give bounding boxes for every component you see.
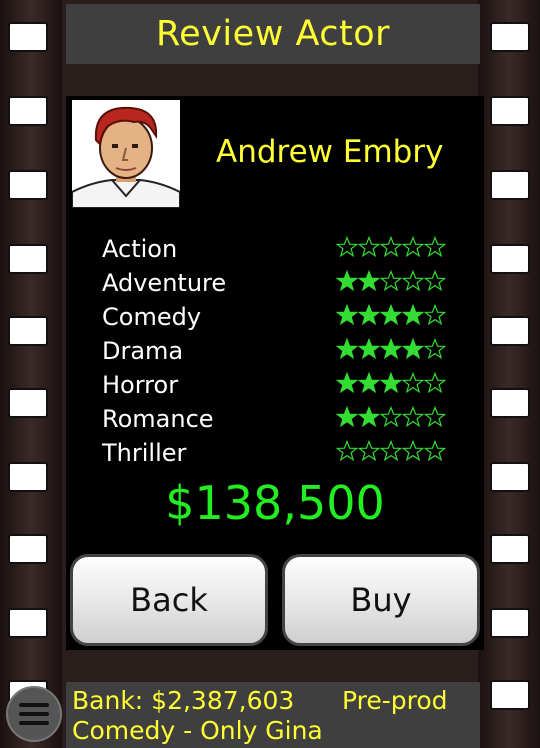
menu-icon-line xyxy=(19,721,49,725)
star-rating xyxy=(336,332,446,366)
production-phase: Pre-prod xyxy=(342,686,448,715)
star-filled-icon xyxy=(336,338,358,360)
star-empty-icon xyxy=(402,236,424,258)
sprocket-hole xyxy=(490,170,530,200)
genre-label: Romance xyxy=(102,405,214,433)
star-empty-icon xyxy=(402,372,424,394)
star-filled-icon xyxy=(336,304,358,326)
sprocket-hole xyxy=(8,96,48,126)
star-rating xyxy=(336,366,446,400)
sprocket-hole xyxy=(490,22,530,52)
sprocket-hole xyxy=(8,170,48,200)
star-empty-icon xyxy=(358,440,380,462)
star-filled-icon xyxy=(358,406,380,428)
star-filled-icon xyxy=(336,372,358,394)
star-empty-icon xyxy=(402,406,424,428)
sprocket-hole xyxy=(490,244,530,274)
genre-list: Action Adventure Comedy Drama Horror Romance T… xyxy=(102,232,226,470)
film-strip-left xyxy=(0,0,62,748)
star-filled-icon xyxy=(358,338,380,360)
actor-price: $138,500 xyxy=(165,476,385,530)
genre-ratings xyxy=(336,230,446,468)
star-filled-icon xyxy=(336,406,358,428)
star-empty-icon xyxy=(380,236,402,258)
bank-balance: Bank: $2,387,603 xyxy=(72,686,295,715)
star-empty-icon xyxy=(380,440,402,462)
status-bar: Bank: $2,387,603 Pre-prod Comedy - Only … xyxy=(66,682,480,748)
star-filled-icon xyxy=(358,270,380,292)
star-empty-icon xyxy=(424,270,446,292)
page-title: Review Actor xyxy=(155,14,391,54)
menu-icon-line xyxy=(19,712,49,716)
sprocket-hole xyxy=(490,680,530,710)
title-bar: Review Actor xyxy=(66,4,480,64)
menu-button[interactable] xyxy=(6,686,62,742)
star-filled-icon xyxy=(380,304,402,326)
star-empty-icon xyxy=(336,236,358,258)
star-empty-icon xyxy=(424,236,446,258)
sprocket-hole xyxy=(490,608,530,638)
current-film: Comedy - Only Gina xyxy=(72,716,323,745)
film-strip-right xyxy=(478,0,540,748)
star-empty-icon xyxy=(424,304,446,326)
star-empty-icon xyxy=(424,406,446,428)
star-filled-icon xyxy=(380,372,402,394)
star-empty-icon xyxy=(380,270,402,292)
sprocket-hole xyxy=(8,388,48,418)
sprocket-hole xyxy=(8,22,48,52)
star-filled-icon xyxy=(358,304,380,326)
star-filled-icon xyxy=(380,338,402,360)
star-filled-icon xyxy=(402,338,424,360)
star-empty-icon xyxy=(402,440,424,462)
sprocket-hole xyxy=(8,608,48,638)
star-empty-icon xyxy=(380,406,402,428)
sprocket-hole xyxy=(490,534,530,564)
genre-label: Horror xyxy=(102,371,179,399)
star-filled-icon xyxy=(336,270,358,292)
actor-name: Andrew Embry xyxy=(216,134,444,170)
sprocket-hole xyxy=(490,316,530,346)
star-filled-icon xyxy=(402,304,424,326)
star-filled-icon xyxy=(358,372,380,394)
star-rating xyxy=(336,298,446,332)
sprocket-hole xyxy=(8,316,48,346)
back-button[interactable]: Back xyxy=(70,554,268,646)
star-empty-icon xyxy=(358,236,380,258)
genre-label: Action xyxy=(102,235,178,263)
menu-icon-line xyxy=(19,703,49,707)
star-empty-icon xyxy=(402,270,424,292)
genre-label: Comedy xyxy=(102,303,202,331)
star-empty-icon xyxy=(424,338,446,360)
sprocket-hole xyxy=(490,462,530,492)
star-rating xyxy=(336,400,446,434)
star-empty-icon xyxy=(424,440,446,462)
sprocket-hole xyxy=(8,534,48,564)
sprocket-hole xyxy=(8,244,48,274)
genre-label: Adventure xyxy=(102,269,227,297)
buy-button[interactable]: Buy xyxy=(282,554,480,646)
actor-panel: Andrew Embry Action Adventure Comedy Drama H… xyxy=(66,96,484,650)
pixel-portrait-icon xyxy=(72,100,180,208)
star-rating xyxy=(336,264,446,298)
star-empty-icon xyxy=(336,440,358,462)
star-rating xyxy=(336,434,446,468)
actor-avatar xyxy=(72,100,180,208)
genre-label: Drama xyxy=(102,337,184,365)
sprocket-hole xyxy=(8,462,48,492)
genre-label: Thriller xyxy=(102,439,187,467)
star-empty-icon xyxy=(424,372,446,394)
star-rating xyxy=(336,230,446,264)
sprocket-hole xyxy=(490,96,530,126)
sprocket-hole xyxy=(490,388,530,418)
